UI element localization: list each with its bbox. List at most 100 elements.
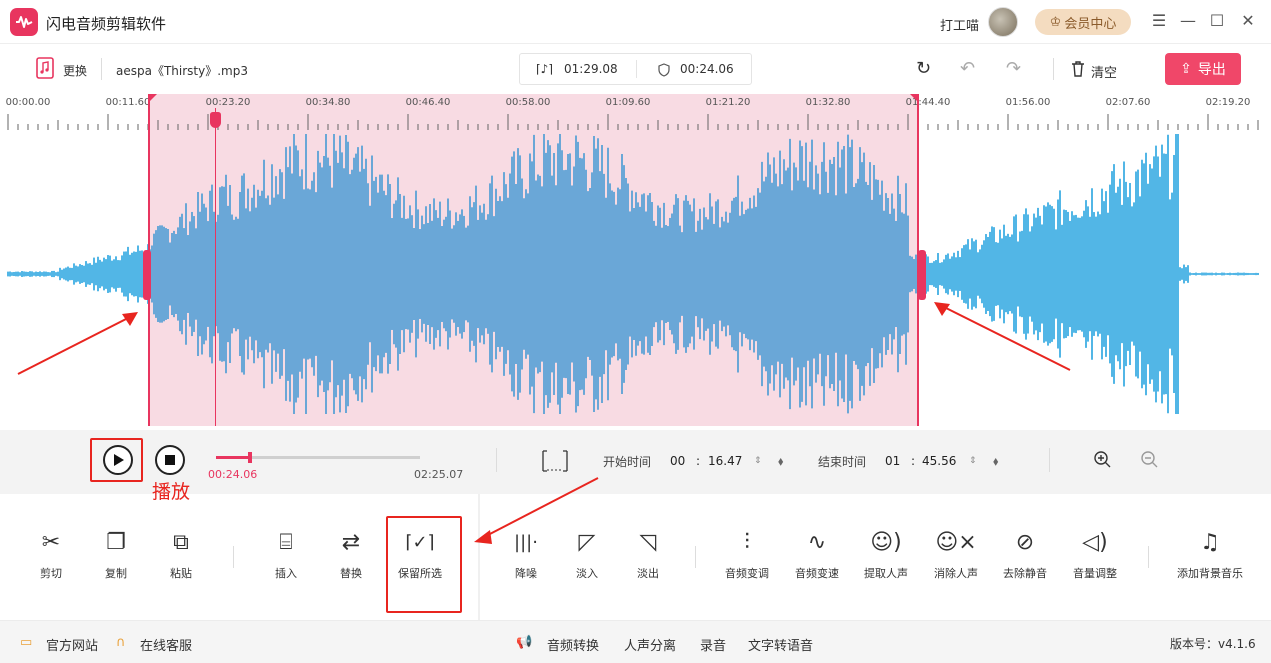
replace-file-button[interactable]: 更换	[36, 57, 92, 81]
stop-button[interactable]	[155, 445, 185, 475]
clear-button[interactable]: 清空	[1070, 58, 1126, 82]
progress-fill	[216, 456, 250, 459]
end-marker-icon[interactable]: ⬧	[993, 449, 998, 473]
speed-tool[interactable]: ∿ 音频变速	[781, 528, 853, 588]
selection-duration: 00:24.06	[680, 62, 734, 76]
scissors-icon: ✂	[41, 530, 61, 555]
wave-icon: ∿	[807, 530, 827, 555]
close-icon[interactable]: ✕	[1237, 10, 1259, 32]
cut-tool[interactable]: ✂ 剪切	[15, 528, 87, 588]
speaker-icon: ◁)	[1082, 530, 1108, 555]
time-colon: :	[911, 454, 916, 468]
export-button[interactable]: ⇪ 导出	[1165, 53, 1241, 85]
playback-progress[interactable]	[216, 452, 420, 463]
ruler-label: 01:21.20	[705, 97, 751, 108]
selection-start-handle[interactable]	[143, 250, 151, 300]
remove-vocal-tool[interactable]: ☺× 消除人声	[920, 528, 992, 588]
extract-vocal-tool[interactable]: ☺) 提取人声	[850, 528, 922, 588]
crown-icon: ♔	[1049, 14, 1062, 30]
playhead-line	[215, 108, 216, 426]
ruler-label: 01:09.60	[605, 97, 651, 108]
maximize-icon[interactable]: ☐	[1206, 10, 1228, 32]
silence-icon: ⊘	[1015, 530, 1035, 555]
online-support-link[interactable]: 在线客服	[140, 635, 192, 654]
insert-icon: ⌸	[279, 530, 293, 555]
remove-silence-tool[interactable]: ⊘ 去除静音	[989, 528, 1061, 588]
music-file-icon	[36, 57, 54, 79]
horn-icon: 📢	[516, 635, 533, 650]
status-bar: ▭ 官方网站 ∩ 在线客服 📢 音频转换 人声分离 录音 文字转语音 版本号：v…	[0, 620, 1271, 663]
start-marker-icon[interactable]: ⬧	[778, 449, 783, 473]
extract-vocal-label: 提取人声	[864, 567, 908, 580]
ruler-label: 00:11.60	[105, 97, 151, 108]
title-bar: 闪电音频剪辑软件 打工喵 ♔ 会员中心 ☰ — ☐ ✕	[0, 0, 1271, 44]
ruler-label: 02:07.60	[1105, 97, 1151, 108]
start-minute[interactable]: 00	[670, 449, 685, 473]
equalizer-icon: ⫶	[744, 530, 750, 555]
copy-icon: ❐	[106, 530, 126, 555]
official-website-link[interactable]: 官方网站	[46, 635, 98, 654]
insert-tool[interactable]: ⌸ 插入	[250, 528, 322, 588]
file-name: aespa《Thirsty》.mp3	[116, 64, 248, 78]
start-second[interactable]: 16.47	[708, 449, 742, 473]
tools-panel: ✂ 剪切 ❐ 复制 ⧉ 粘贴 ⌸ 插入 ⇄ 替换 ⌈✓⌉ 保留所选 |||· 降…	[0, 494, 1271, 620]
top-toolbar: 更换 aespa《Thirsty》.mp3 ⌈♪⌉ 01:29.08 00:24…	[0, 44, 1271, 94]
selection-end-handle[interactable]	[918, 250, 926, 300]
total-duration: 01:29.08	[564, 62, 618, 76]
menu-icon[interactable]: ☰	[1148, 10, 1170, 32]
divider	[1053, 58, 1054, 80]
transport-bar: 00:24.06 02:25.07 开始时间 00 : 16.47 ⇕ ⬧ 结束…	[0, 430, 1271, 494]
redo-icon[interactable]: ↷	[1006, 58, 1021, 79]
paste-tool[interactable]: ⧉ 粘贴	[145, 528, 217, 588]
record-link[interactable]: 录音	[700, 635, 726, 654]
copy-tool[interactable]: ❐ 复制	[80, 528, 152, 588]
username[interactable]: 打工喵	[940, 15, 979, 34]
zoom-in-icon[interactable]	[1093, 450, 1113, 470]
end-minute[interactable]: 01	[885, 449, 900, 473]
undo-icon[interactable]: ↶	[960, 58, 975, 79]
selection-range-icon[interactable]	[542, 450, 568, 472]
add-bgm-tool[interactable]: ♫ 添加背景音乐	[1172, 528, 1248, 588]
volume-tool[interactable]: ◁) 音量调整	[1059, 528, 1131, 588]
start-time-label: 开始时间	[603, 454, 652, 469]
remove-vocal-label: 消除人声	[934, 567, 978, 580]
start-spinner[interactable]: ⇕	[754, 449, 762, 473]
selection-start-flag	[149, 94, 157, 102]
zoom-out-icon[interactable]	[1140, 450, 1160, 470]
vocal-separation-link[interactable]: 人声分离	[624, 635, 676, 654]
panel-divider	[478, 494, 480, 620]
replace-tool[interactable]: ⇄ 替换	[315, 528, 387, 588]
duration-box: ⌈♪⌉ 01:29.08 00:24.06	[519, 53, 752, 85]
text-to-speech-link[interactable]: 文字转语音	[748, 635, 813, 654]
end-spinner[interactable]: ⇕	[969, 449, 977, 473]
end-second[interactable]: 45.56	[922, 449, 956, 473]
minimize-icon[interactable]: —	[1177, 10, 1199, 32]
ruler-label: 01:32.80	[805, 97, 851, 108]
remove-silence-label: 去除静音	[1003, 567, 1047, 580]
mute-voice-icon: ☺×	[935, 530, 977, 555]
fade-out-tool[interactable]: ◹ 淡出	[612, 528, 684, 588]
pitch-tool[interactable]: ⫶ 音频变调	[711, 528, 783, 588]
divider	[1049, 448, 1050, 472]
refresh-icon[interactable]: ↻	[916, 58, 931, 79]
ruler-label: 00:00.00	[5, 97, 51, 108]
progress-knob[interactable]	[247, 452, 252, 463]
audio-convert-link[interactable]: 音频转换	[547, 635, 599, 654]
upload-icon: ⇪	[1180, 61, 1192, 77]
copy-label: 复制	[105, 567, 127, 580]
fade-out-icon: ◹	[639, 530, 657, 555]
headset-icon: ∩	[116, 635, 126, 650]
monitor-icon: ▭	[20, 635, 33, 650]
divider	[496, 448, 497, 472]
pitch-label: 音频变调	[725, 567, 769, 580]
waveform-editor[interactable]: 00:00.00 00:11.60 00:23.20 00:34.80 00:46.40…	[0, 94, 1271, 430]
voice-icon: ☺)	[870, 530, 902, 555]
playhead-handle[interactable]	[210, 112, 221, 128]
vip-center-button[interactable]: ♔ 会员中心	[1035, 9, 1131, 35]
avatar[interactable]	[988, 7, 1018, 37]
cut-label: 剪切	[40, 567, 62, 580]
clear-label: 清空	[1091, 66, 1118, 81]
waveform[interactable]	[0, 130, 1271, 430]
bracket-note-icon: ⌈♪⌉	[536, 62, 554, 76]
insert-label: 插入	[275, 567, 297, 580]
